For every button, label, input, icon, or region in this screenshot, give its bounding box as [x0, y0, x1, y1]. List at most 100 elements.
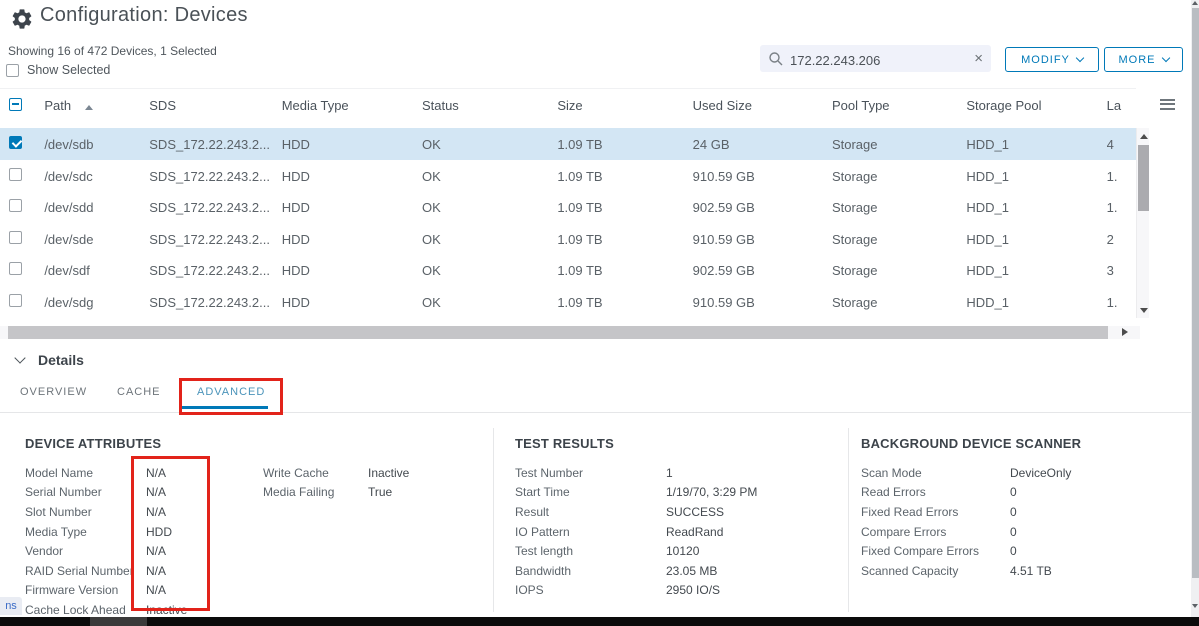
attr-label: RAID Serial Number [25, 564, 146, 578]
table-row[interactable]: /dev/sdf SDS_172.22.243.2... HDD OK 1.09… [0, 254, 1136, 286]
row-checkbox[interactable] [9, 231, 22, 244]
attr-label: Vendor [25, 544, 146, 558]
cell-size: 1.09 TB [557, 137, 692, 152]
divider [848, 428, 849, 612]
column-header-storage-pool[interactable]: Storage Pool [966, 98, 1106, 113]
attr-value: 2950 IO/S [666, 583, 720, 597]
more-button[interactable]: MORE [1104, 47, 1183, 72]
section-heading: TEST RESULTS [515, 436, 835, 451]
attr-label: Fixed Read Errors [861, 505, 1010, 519]
row-checkbox[interactable] [9, 168, 22, 181]
scroll-down-icon[interactable] [1140, 308, 1148, 313]
row-checkbox[interactable] [9, 294, 22, 307]
cell-used-size: 910.59 GB [693, 232, 832, 247]
cell-media-type: HDD [282, 295, 422, 310]
attr-label: Firmware Version [25, 583, 146, 597]
more-button-label: MORE [1119, 54, 1156, 66]
clear-search-icon[interactable]: × [974, 51, 983, 66]
scrollbar-thumb[interactable] [8, 326, 1108, 339]
scroll-up-icon[interactable] [1192, 1, 1198, 5]
divider [0, 412, 1191, 413]
column-header-used-size[interactable]: Used Size [693, 98, 832, 113]
device-search-box[interactable]: × [760, 45, 991, 72]
cell-used-size: 910.59 GB [693, 295, 832, 310]
active-tab-underline [182, 406, 268, 409]
column-header-path[interactable]: Path [44, 98, 149, 113]
cell-storage-pool: HDD_1 [966, 169, 1106, 184]
scrollbar-thumb[interactable] [1138, 145, 1149, 211]
column-header-sds[interactable]: SDS [149, 98, 281, 113]
cell-storage-pool: HDD_1 [966, 295, 1106, 310]
table-row[interactable]: /dev/sde SDS_172.22.243.2... HDD OK 1.09… [0, 223, 1136, 255]
cell-path: /dev/sdc [44, 169, 149, 184]
show-selected-toggle[interactable]: Show Selected [6, 63, 110, 77]
table-vertical-scrollbar[interactable] [1136, 128, 1149, 318]
cell-path: /dev/sdd [44, 200, 149, 215]
cell-last: 3 [1107, 263, 1136, 278]
scroll-up-icon[interactable] [1140, 134, 1148, 139]
column-header-size[interactable]: Size [557, 98, 692, 113]
column-header-pool-type[interactable]: Pool Type [832, 98, 966, 113]
cell-media-type: HDD [282, 200, 422, 215]
details-title: Details [38, 352, 84, 368]
cell-size: 1.09 TB [557, 232, 692, 247]
attr-value: N/A [146, 505, 236, 519]
row-checkbox[interactable] [9, 199, 22, 212]
cell-last: 1. [1107, 169, 1136, 184]
attr-value: DeviceOnly [1010, 466, 1071, 480]
cell-status: OK [422, 232, 557, 247]
attr-label: Media Failing [263, 485, 368, 499]
settings-gear-icon [10, 7, 34, 31]
attr-value: ReadRand [666, 525, 723, 539]
cell-status: OK [422, 200, 557, 215]
table-row[interactable]: /dev/sdc SDS_172.22.243.2... HDD OK 1.09… [0, 160, 1136, 192]
cell-media-type: HDD [282, 137, 422, 152]
table-horizontal-scrollbar[interactable] [0, 326, 1140, 339]
attr-label: Scan Mode [861, 466, 1010, 480]
table-row[interactable]: /dev/sdb SDS_172.22.243.2... HDD OK 1.09… [0, 128, 1136, 160]
attr-value: N/A [146, 544, 236, 558]
row-checkbox[interactable] [9, 262, 22, 275]
cell-status: OK [422, 169, 557, 184]
sort-asc-icon [85, 105, 93, 110]
column-settings-icon[interactable] [1160, 96, 1175, 112]
cell-status: OK [422, 263, 557, 278]
scroll-down-icon[interactable] [1192, 604, 1198, 608]
tab-overview[interactable]: OVERVIEW [20, 386, 87, 398]
cell-pool-type: Storage [832, 232, 966, 247]
page-vertical-scrollbar[interactable] [1191, 0, 1199, 626]
test-results-section: TEST RESULTS Test Number1 Start Time1/19… [515, 430, 835, 600]
column-header-last[interactable]: La [1107, 98, 1136, 113]
cell-media-type: HDD [282, 232, 422, 247]
cell-used-size: 902.59 GB [693, 200, 832, 215]
search-input[interactable] [790, 49, 974, 68]
attr-value: 1/19/70, 3:29 PM [666, 485, 757, 499]
status-bar-fragment: ns [0, 597, 22, 615]
tab-advanced[interactable]: ADVANCED [197, 386, 265, 398]
cell-size: 1.09 TB [557, 295, 692, 310]
details-collapse-toggle[interactable]: Details [16, 352, 84, 368]
column-header-status[interactable]: Status [422, 98, 557, 113]
attr-value: 4.51 TB [1010, 564, 1052, 578]
show-selected-checkbox[interactable] [6, 64, 19, 77]
cell-sds: SDS_172.22.243.2... [149, 263, 281, 278]
table-row[interactable]: /dev/sdd SDS_172.22.243.2... HDD OK 1.09… [0, 191, 1136, 223]
select-all-checkbox[interactable] [9, 98, 22, 111]
attr-value: 0 [1010, 505, 1017, 519]
scrollbar-thumb[interactable] [1192, 8, 1199, 578]
attr-label: IO Pattern [515, 525, 666, 539]
cell-path: /dev/sdf [44, 263, 149, 278]
modify-button[interactable]: MODIFY [1005, 47, 1099, 72]
cell-sds: SDS_172.22.243.2... [149, 137, 281, 152]
attr-label: Result [515, 505, 666, 519]
cell-last: 2 [1107, 232, 1136, 247]
cell-sds: SDS_172.22.243.2... [149, 295, 281, 310]
scroll-right-icon[interactable] [1122, 328, 1128, 336]
device-attributes-section: DEVICE ATTRIBUTES Model NameN/A Serial N… [25, 430, 485, 620]
attr-label: Model Name [25, 466, 146, 480]
row-checkbox[interactable] [9, 136, 22, 149]
table-row[interactable]: /dev/sdg SDS_172.22.243.2... HDD OK 1.09… [0, 286, 1136, 318]
tab-cache[interactable]: CACHE [117, 386, 161, 398]
column-header-media-type[interactable]: Media Type [282, 98, 422, 113]
cell-storage-pool: HDD_1 [966, 263, 1106, 278]
